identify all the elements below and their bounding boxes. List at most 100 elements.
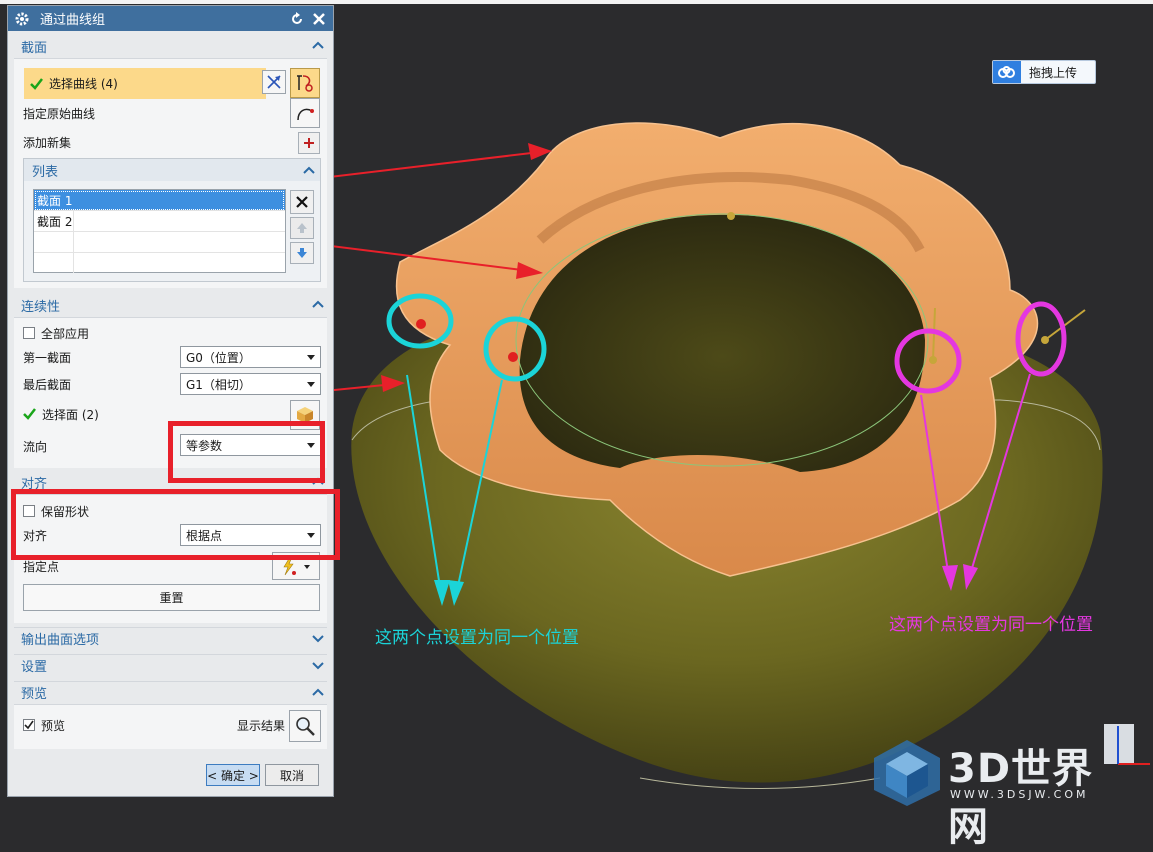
- settings-title: 设置: [21, 660, 48, 675]
- check-icon: [23, 408, 36, 420]
- list-item[interactable]: 截面 2: [34, 211, 285, 232]
- chevron-down-icon: [307, 355, 315, 360]
- reverse-direction-icon: [267, 75, 281, 89]
- chevron-up-icon[interactable]: [311, 685, 325, 699]
- add-new-set-row: 添加新集: [23, 133, 71, 151]
- list-item-label: 截面 1: [37, 193, 73, 208]
- chevron-down-icon: [307, 382, 315, 387]
- preview-header[interactable]: 预览: [14, 681, 327, 703]
- specify-origin-label: 指定原始曲线: [23, 106, 96, 121]
- select-face-row[interactable]: 选择面 (2): [23, 405, 99, 423]
- output-options-title: 输出曲面选项: [21, 633, 100, 648]
- preview-row[interactable]: 预览: [23, 716, 65, 734]
- point-marker[interactable]: [929, 356, 937, 364]
- first-section-label: 第一截面: [23, 350, 72, 365]
- watermark-url: WWW.3DSJW.COM: [950, 788, 1089, 801]
- curve-select-icon: [297, 75, 313, 92]
- preview-label: 预览: [41, 718, 66, 733]
- dialog-titlebar: 通过曲线组: [8, 6, 333, 31]
- show-result-row: 显示结果: [237, 716, 285, 734]
- last-section-value: G1（相切）: [186, 377, 251, 392]
- highlight-alignment: [11, 489, 340, 560]
- upload-label: 拖拽上传: [1029, 65, 1078, 80]
- select-curve-label: 选择曲线 (4): [49, 77, 118, 91]
- list-item[interactable]: 截面 1: [34, 190, 285, 211]
- flow-direction-label: 流向: [23, 439, 48, 454]
- move-up-button[interactable]: [290, 217, 314, 239]
- remove-item-button[interactable]: [290, 190, 314, 214]
- list-item-label: 截面 2: [34, 211, 74, 231]
- highlight-flow-direction: [168, 421, 325, 483]
- apply-all-checkbox[interactable]: [23, 327, 35, 339]
- specify-point-label: 指定点: [23, 559, 60, 574]
- arrow-up-icon: [297, 223, 307, 233]
- upload-button[interactable]: 拖拽上传: [992, 60, 1096, 84]
- annotation-left: 这两个点设置为同一个位置: [375, 628, 579, 648]
- add-set-icon: [304, 138, 314, 148]
- chevron-up-icon[interactable]: [311, 38, 325, 52]
- point-marker[interactable]: [508, 352, 518, 362]
- section-header[interactable]: 截面: [14, 35, 327, 57]
- list-item-empty: [34, 232, 285, 253]
- cancel-label: 取消: [279, 768, 304, 783]
- preview-checkbox[interactable]: [23, 719, 35, 731]
- flow-direction-row: 流向: [23, 437, 47, 455]
- point-marker[interactable]: [727, 212, 735, 220]
- apply-all-label: 全部应用: [41, 326, 90, 341]
- continuity-header[interactable]: 连续性: [14, 294, 327, 316]
- section-list: 截面 1 截面 2: [33, 189, 286, 273]
- list-header[interactable]: 列表: [24, 159, 320, 181]
- magnifier-icon: [296, 717, 315, 736]
- close-icon[interactable]: [311, 11, 327, 27]
- select-curve-bar[interactable]: 选择曲线 (4): [24, 68, 266, 99]
- check-icon: [30, 77, 43, 90]
- list-panel: 列表 截面 1 截面 2: [23, 158, 321, 282]
- section-title: 截面: [21, 40, 48, 56]
- select-face-label: 选择面 (2): [42, 407, 99, 422]
- last-section-select[interactable]: G1（相切）: [180, 373, 321, 395]
- dialog-through-curves: 通过曲线组 截面 选择曲线 (4) 指定原始曲线 添加新集 列表 截面 1 截面…: [7, 5, 340, 797]
- add-new-set-label: 添加新集: [23, 135, 72, 150]
- close-icon: [296, 196, 308, 208]
- list-title: 列表: [32, 164, 59, 180]
- chevron-down-icon[interactable]: [311, 658, 325, 672]
- ok-button[interactable]: < 确定 >: [206, 764, 260, 786]
- first-section-value: G0（位置）: [186, 350, 251, 365]
- specify-origin-row: 指定原始曲线: [23, 104, 95, 122]
- chevron-up-icon[interactable]: [302, 163, 316, 177]
- apply-all-row[interactable]: 全部应用: [23, 324, 89, 342]
- gear-icon[interactable]: [14, 11, 30, 27]
- chevron-down-icon[interactable]: [311, 631, 325, 645]
- reset-button[interactable]: 重置: [23, 584, 320, 611]
- arrow-down-icon: [297, 248, 307, 258]
- reset-label: 重置: [159, 591, 184, 605]
- first-section-select[interactable]: G0（位置）: [180, 346, 321, 368]
- watermark: 3D世界网 WWW.3DSJW.COM: [870, 738, 1130, 850]
- origin-curve-icon: [297, 108, 314, 121]
- chevron-up-icon[interactable]: [311, 297, 325, 311]
- output-options-header[interactable]: 输出曲面选项: [14, 627, 327, 649]
- move-down-button[interactable]: [290, 242, 314, 264]
- preview-title: 预览: [21, 687, 48, 702]
- select-curve-button[interactable]: [290, 68, 320, 98]
- annotation-right: 这两个点设置为同一个位置: [889, 615, 1093, 635]
- show-result-button[interactable]: [289, 710, 321, 742]
- first-section-row: 第一截面: [23, 348, 71, 366]
- specify-origin-button[interactable]: [290, 98, 320, 128]
- cloud-icon: [993, 61, 1021, 83]
- reverse-direction-button[interactable]: [262, 70, 286, 94]
- settings-header[interactable]: 设置: [14, 654, 327, 676]
- ok-label: < 确定 >: [207, 768, 259, 783]
- watermark-cube-icon: [874, 740, 940, 806]
- point-marker[interactable]: [1041, 336, 1049, 344]
- continuity-title: 连续性: [21, 299, 61, 315]
- show-result-label: 显示结果: [237, 718, 286, 733]
- last-section-row: 最后截面: [23, 375, 71, 393]
- last-section-label: 最后截面: [23, 377, 72, 392]
- cancel-button[interactable]: 取消: [265, 764, 319, 786]
- reset-dialog-icon[interactable]: [289, 11, 305, 27]
- point-marker[interactable]: [416, 319, 426, 329]
- add-new-set-button[interactable]: [298, 132, 320, 154]
- list-item-empty: [34, 253, 285, 273]
- dialog-title: 通过曲线组: [40, 13, 106, 28]
